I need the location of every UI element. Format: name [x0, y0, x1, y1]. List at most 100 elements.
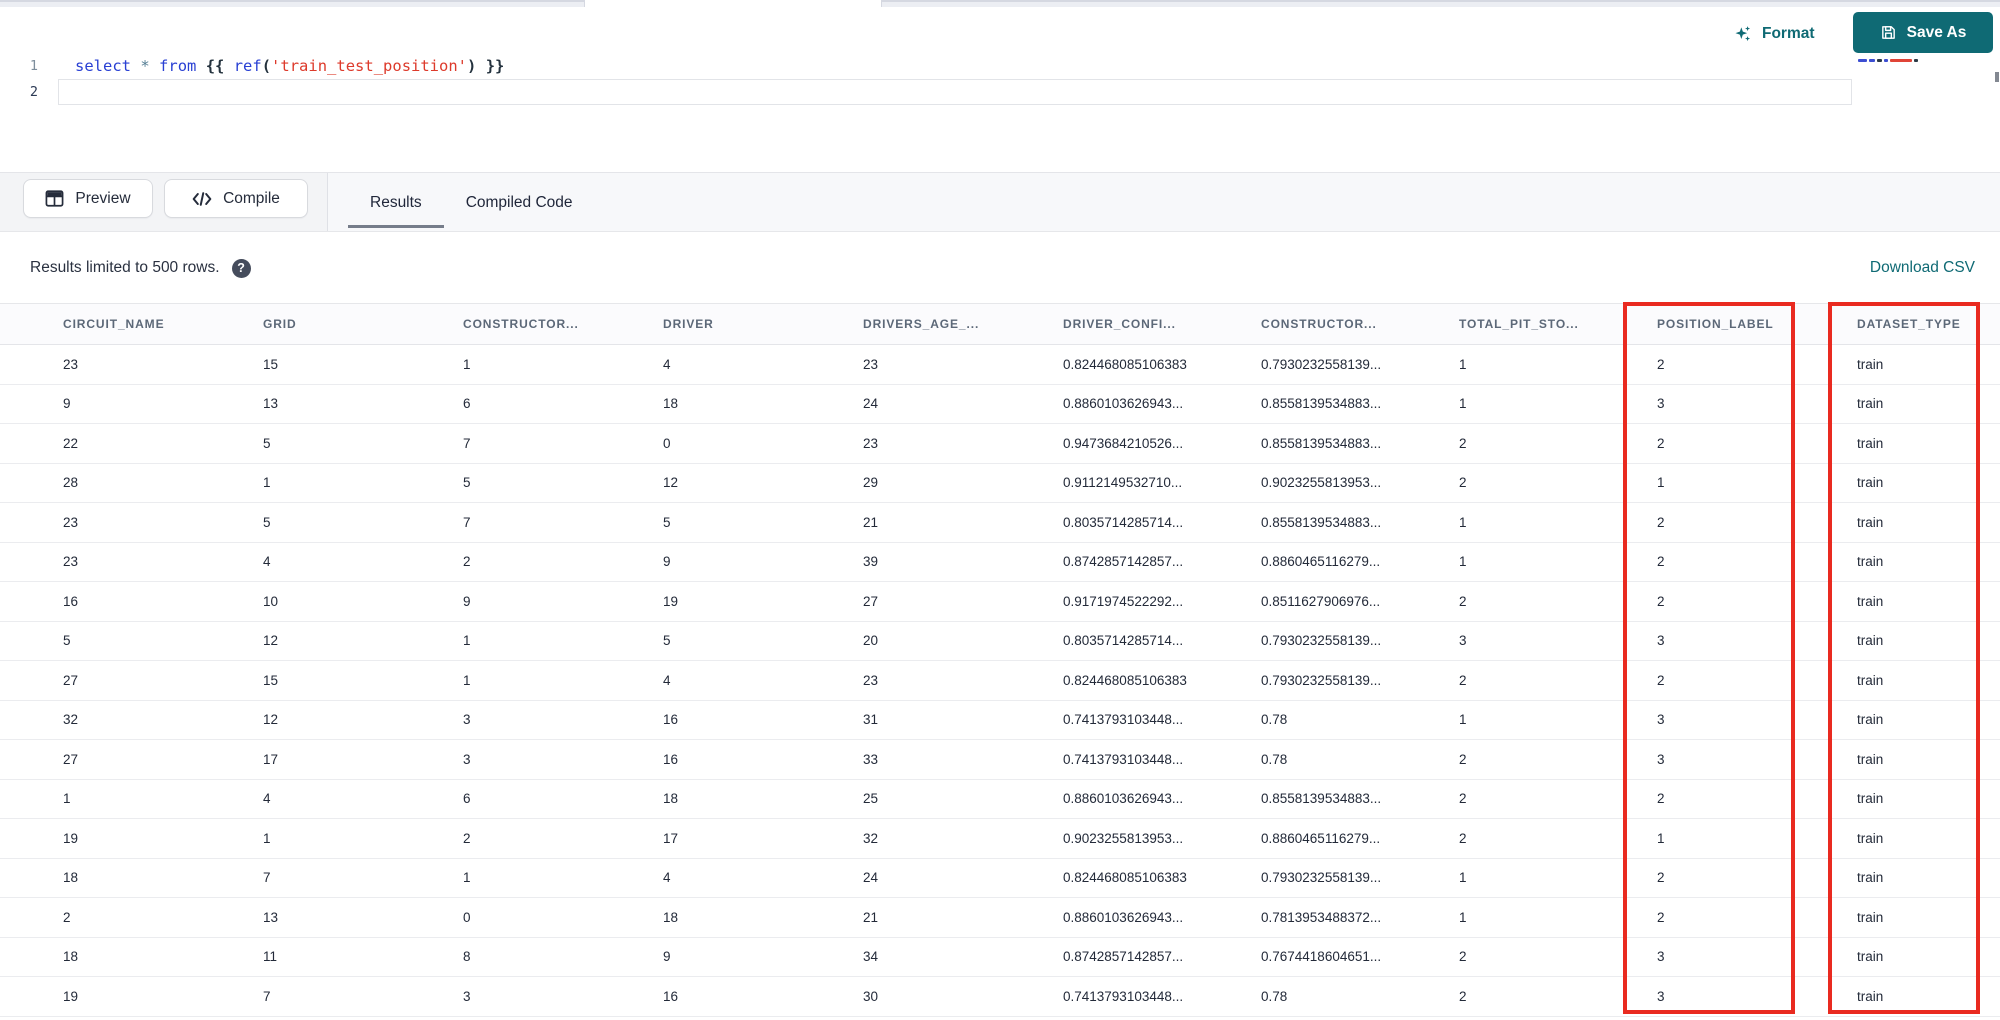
table-cell: 4 [663, 870, 671, 886]
table-cell: 19 [663, 593, 679, 609]
table-cell: 2 [63, 909, 71, 925]
table-cell: 27 [863, 593, 879, 609]
tab-compiled-code[interactable]: Compiled Code [444, 173, 595, 232]
code-token: ( [261, 57, 272, 75]
file-tab-right [881, 0, 2000, 7]
compile-label: Compile [223, 189, 280, 207]
table-cell: 15 [263, 356, 279, 372]
table-cell: 21 [863, 909, 879, 925]
table-cell: 5 [263, 514, 271, 530]
table-cell: 18 [63, 870, 79, 886]
format-button[interactable]: Format [1733, 17, 1815, 51]
table-cell: 32 [863, 830, 879, 846]
minimap-mark [1890, 59, 1913, 62]
minimap-mark [1858, 59, 1867, 62]
highlight-box-position_label [1623, 302, 1795, 1014]
table-cell: 23 [863, 356, 879, 372]
table-cell: 5 [263, 435, 271, 451]
table-cell: 33 [863, 751, 879, 767]
active-file-tab[interactable] [586, 0, 881, 7]
table-cell: 0.8558139534883... [1261, 791, 1382, 807]
table-cell: 0.9171974522292... [1063, 593, 1184, 609]
table-cell: 1 [463, 870, 471, 886]
column-header: CIRCUIT_NAME [63, 317, 165, 331]
table-cell: 2 [463, 554, 471, 570]
help-icon[interactable]: ? [231, 258, 251, 278]
download-csv-link[interactable]: Download CSV [1870, 259, 1975, 277]
code-line: 1 select * from {{ ref('train_test_positi… [0, 53, 1852, 79]
table-cell: 18 [663, 396, 679, 412]
table-cell: 25 [863, 791, 879, 807]
table-cell: 19 [63, 830, 79, 846]
table-cell: 7 [263, 870, 271, 886]
code-area[interactable]: 1 select * from {{ ref('train_test_positi… [0, 53, 1852, 105]
table-cell: 0.7930232558139... [1261, 870, 1382, 886]
table-cell: 30 [863, 988, 879, 1004]
table-cell: 39 [863, 554, 879, 570]
format-label: Format [1762, 25, 1815, 42]
table-cell: 0.9023255813953... [1063, 830, 1184, 846]
table-cell: 27 [63, 751, 79, 767]
column-header: GRID [263, 317, 297, 331]
table-cell: 17 [663, 830, 679, 846]
table-cell: 0.824468085106383 [1063, 356, 1187, 372]
table-cell: 0 [463, 909, 471, 925]
code-token: select [75, 57, 131, 75]
table-cell: 9 [663, 949, 671, 965]
table-cell: 7 [463, 435, 471, 451]
results-tabs: Results Compiled Code [348, 173, 595, 232]
table-cell: 4 [263, 554, 271, 570]
table-cell: 2 [1459, 435, 1467, 451]
column-header: CONSTRUCTOR... [463, 317, 579, 331]
tab-results[interactable]: Results [348, 173, 444, 232]
current-line-highlight [58, 79, 1852, 105]
table-cell: 0.9023255813953... [1261, 475, 1382, 491]
table-cell: 4 [663, 356, 671, 372]
table-cell: 24 [863, 396, 879, 412]
compile-button[interactable]: Compile [164, 179, 308, 218]
table-cell: 23 [63, 356, 79, 372]
row-limit-text: Results limited to 500 rows. [30, 259, 220, 276]
table-cell: 0.8742857142857... [1063, 554, 1184, 570]
table-cell: 5 [663, 514, 671, 530]
table-cell: 2 [1459, 830, 1467, 846]
table-cell: 1 [463, 633, 471, 649]
save-as-button[interactable]: Save As [1853, 12, 1993, 53]
preview-button[interactable]: Preview [23, 179, 153, 218]
table-cell: 16 [63, 593, 79, 609]
tab-label: Results [370, 193, 422, 211]
table-cell: 20 [863, 633, 879, 649]
table-cell: 3 [1459, 633, 1467, 649]
table-cell: 3 [463, 988, 471, 1004]
table-cell: 0.8558139534883... [1261, 435, 1382, 451]
minimap-mark [1884, 59, 1889, 62]
code-token: ) [467, 57, 477, 75]
table-icon [45, 190, 64, 207]
table-cell: 1 [1459, 396, 1467, 412]
table-cell: 13 [263, 909, 279, 925]
code-token: from [159, 57, 197, 75]
code-editor-panel: Format Save As 1 select * from {{ ref('tr… [0, 7, 2000, 172]
table-cell: 0.78 [1261, 988, 1288, 1004]
table-cell: 11 [263, 949, 278, 965]
table-cell: 0.8558139534883... [1261, 396, 1382, 412]
save-as-label: Save As [1906, 23, 1967, 41]
table-cell: 1 [463, 672, 471, 688]
table-cell: 18 [663, 909, 679, 925]
table-cell: 2 [1459, 791, 1467, 807]
editor-minimap[interactable] [1858, 59, 1918, 71]
table-cell: 23 [63, 554, 79, 570]
table-cell: 32 [63, 712, 79, 728]
table-cell: 0.8511627906976... [1261, 593, 1381, 609]
table-cell: 0.78 [1261, 712, 1288, 728]
results-info-bar: Results limited to 500 rows. ? Download … [0, 233, 2000, 303]
code-token: }} [476, 57, 505, 75]
code-token: ref [233, 57, 262, 75]
table-cell: 9 [663, 554, 671, 570]
table-cell: 2 [1459, 672, 1467, 688]
table-cell: 0.78 [1261, 751, 1288, 767]
table-cell: 0.8860103626943... [1063, 396, 1184, 412]
